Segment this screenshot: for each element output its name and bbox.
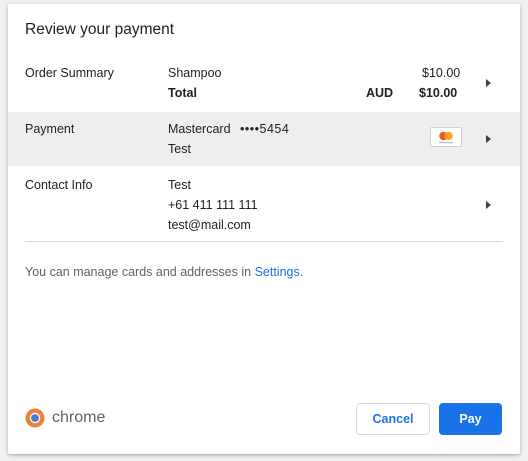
- card-holder: Test: [168, 142, 191, 156]
- item-price: $10.00: [422, 66, 461, 80]
- total-price: $10.00: [419, 86, 458, 100]
- contact-info-row[interactable]: Contact Info Test +61 411 111 111 test@m…: [8, 168, 520, 240]
- card-number: ••••5454: [240, 122, 290, 136]
- contact-phone: +61 411 111 111: [168, 198, 258, 212]
- dialog-title: Review your payment: [25, 21, 175, 38]
- cancel-button[interactable]: Cancel: [356, 403, 430, 435]
- pay-button[interactable]: Pay: [439, 403, 502, 435]
- order-summary-label: Order Summary: [25, 66, 114, 80]
- contact-info-label: Contact Info: [25, 178, 93, 192]
- item-name: Shampoo: [168, 66, 222, 80]
- chevron-right-icon: [486, 201, 491, 209]
- chrome-logo-icon: [25, 408, 45, 428]
- currency-code: AUD: [366, 86, 394, 100]
- mastercard-icon: [430, 127, 462, 147]
- manage-settings-suffix: .: [299, 265, 304, 279]
- total-label: Total: [168, 86, 197, 100]
- chevron-right-icon: [486, 135, 491, 143]
- payment-row[interactable]: Payment Mastercard ••••5454 Test: [8, 112, 520, 166]
- chrome-brand-text: chrome: [52, 409, 106, 426]
- chevron-right-icon: [486, 79, 491, 87]
- payment-request-dialog: Review your payment Order Summary Shampo…: [8, 4, 520, 454]
- payment-label: Payment: [25, 122, 75, 136]
- order-summary-row[interactable]: Order Summary Shampoo $10.00 Total AUD $…: [8, 54, 520, 106]
- contact-name: Test: [168, 178, 191, 192]
- contact-email: test@mail.com: [168, 218, 251, 232]
- divider: [25, 241, 503, 242]
- manage-settings-text: You can manage cards and addresses in Se…: [25, 265, 303, 279]
- settings-link[interactable]: Settings: [255, 265, 300, 279]
- manage-settings-prefix: You can manage cards and addresses in: [25, 265, 255, 279]
- card-type: Mastercard: [168, 122, 231, 136]
